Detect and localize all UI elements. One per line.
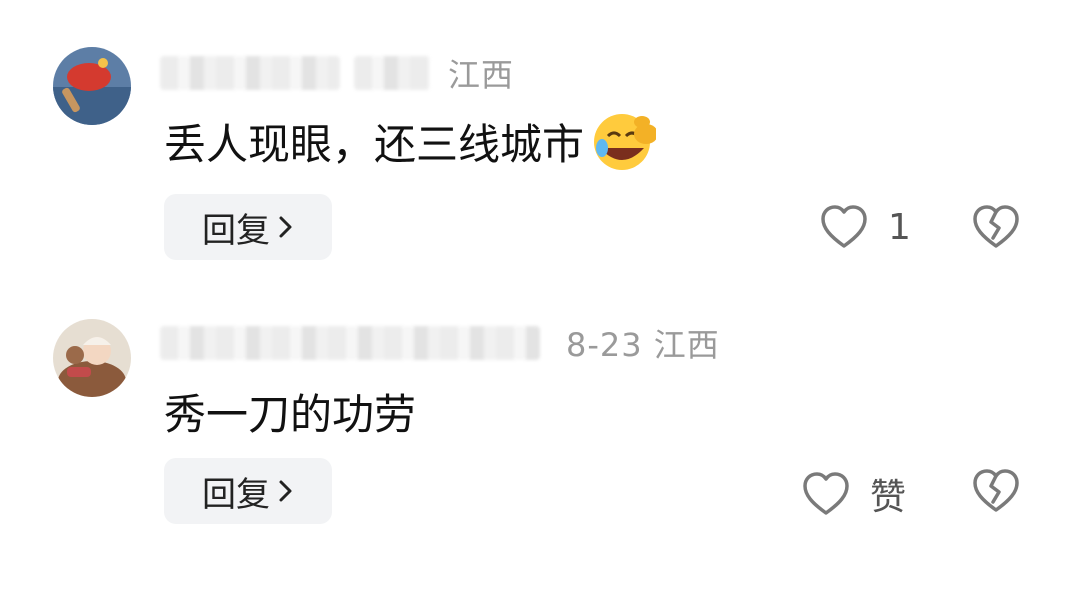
like-count: 1 [888, 206, 911, 248]
comment-meta: 8-23 江西 [160, 318, 720, 368]
chevron-right-icon [279, 216, 292, 238]
username-blurred [354, 56, 430, 90]
laughing-emoji-icon [586, 108, 659, 174]
avatar[interactable] [53, 319, 131, 397]
dislike-button[interactable] [972, 204, 1020, 254]
avatar[interactable] [53, 47, 131, 125]
reply-label: 回复 [202, 474, 270, 515]
dislike-button[interactable] [972, 468, 1020, 518]
reply-button[interactable]: 回复 [164, 194, 332, 260]
username-blurred[interactable] [160, 326, 540, 360]
chevron-right-icon [279, 480, 292, 502]
like-button[interactable]: 1 [820, 204, 911, 250]
date-location-text: 8-23 江西 [566, 326, 720, 364]
comment-body: 丢人现眼，还三线城市 [164, 119, 585, 169]
username-blurred[interactable] [160, 56, 340, 90]
broken-heart-icon [973, 205, 1019, 248]
comment-text: 秀一刀的功劳 [164, 378, 416, 444]
heart-icon [803, 472, 849, 515]
reply-label: 回复 [202, 210, 270, 251]
comment-text: 丢人现眼，还三线城市 [164, 108, 659, 174]
location-text: 江西 [448, 56, 515, 94]
heart-icon [821, 205, 867, 248]
broken-heart-icon [973, 469, 1019, 512]
reply-button[interactable]: 回复 [164, 458, 332, 524]
like-label: 赞 [870, 477, 907, 518]
like-button[interactable]: 赞 [802, 468, 906, 520]
comment-meta: 江西 [160, 48, 514, 98]
comment-body: 秀一刀的功劳 [164, 389, 417, 439]
